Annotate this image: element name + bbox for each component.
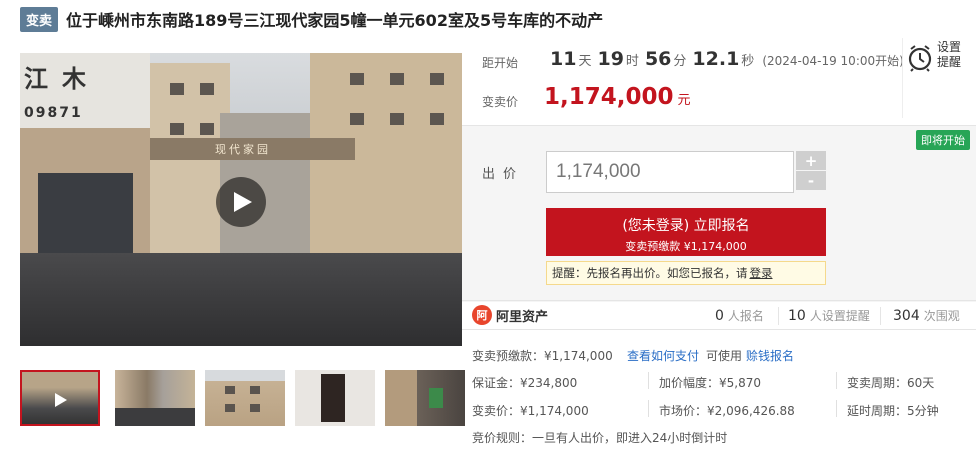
photo-window — [200, 83, 214, 95]
main-video[interactable]: 现代家园 江木 09871 — [20, 53, 462, 346]
reminder-label-line2: 提醒 — [937, 55, 962, 69]
photo-window — [170, 123, 184, 135]
set-reminder-button[interactable]: 设置 提醒 — [902, 38, 976, 118]
start-time-note: (2024-04-19 10:00开始) — [762, 54, 904, 68]
countdown-seconds: 12.1 — [692, 48, 740, 70]
countdown-hours: 19 — [597, 48, 624, 70]
signup-count: 0 人报名 — [715, 308, 764, 324]
ali-assets-logo-icon: 阿 — [472, 305, 492, 325]
photo-window — [430, 113, 444, 125]
photo-building — [140, 63, 230, 263]
auction-info: 距开始 11 天 19 时 56 分 12.1 秒 (2024-04-19 10… — [462, 38, 904, 118]
sign-text: 江木 — [24, 65, 100, 93]
signup-deposit-label: 变卖预缴款 ¥1,174,000 — [625, 240, 747, 253]
countdown: 11 天 19 时 56 分 12.1 秒 (2024-04-19 10:00开… — [548, 48, 904, 70]
divider — [778, 307, 779, 325]
brand: 阿 阿里资产 — [472, 305, 548, 325]
divider — [836, 372, 837, 389]
bid-label: 出价 — [482, 167, 525, 182]
photo-window — [200, 123, 214, 135]
reminder-label-line1: 设置 — [937, 40, 962, 54]
reminder-count: 10 人设置提醒 — [788, 308, 870, 324]
thumb-5[interactable] — [385, 370, 465, 426]
insurance-signup-link[interactable]: 赊钱报名 — [746, 347, 794, 364]
delay-period: 延时周期：5分钟 — [847, 404, 939, 418]
login-link[interactable]: 登录 — [750, 265, 773, 281]
photo-window — [430, 73, 444, 85]
divider — [648, 372, 649, 389]
stats-bar: 阿 阿里资产 0 人报名 10 人设置提醒 304 次围观 — [462, 300, 976, 330]
bid-box: 即将开始 出价 1,174,000 + - (您未登录) 立即报名 变卖预缴款 … — [462, 125, 976, 302]
countdown-days-unit: 天 — [578, 54, 592, 69]
price-label: 变卖价 — [482, 95, 519, 109]
photo-window — [390, 113, 404, 125]
auction-details: 变卖预缴款：¥1,174,000 查看如何支付 可使用 赊钱报名 保证金：¥23… — [462, 338, 976, 449]
sale-price: 1,174,000 元 — [544, 84, 691, 110]
divider — [880, 307, 881, 325]
market-price: 市场价：¥2,096,426.88 — [659, 404, 795, 418]
tip-text: 提醒：先报名再出价。如您已报名，请 — [552, 266, 748, 280]
divider — [836, 400, 837, 417]
countdown-label: 距开始 — [482, 56, 519, 70]
sign-number: 09871 — [24, 105, 83, 121]
thumb-1[interactable] — [20, 370, 100, 426]
countdown-minutes: 56 — [644, 48, 672, 70]
detail-sale-price: 变卖价：¥1,174,000 — [472, 404, 589, 418]
bid-increment: 加价幅度：¥5,870 — [659, 376, 761, 390]
sale-type-tag: 变卖 — [20, 6, 59, 32]
photo-window — [350, 113, 364, 125]
countdown-hours-unit: 时 — [625, 54, 639, 69]
thumbnail-strip — [20, 370, 465, 426]
play-button[interactable] — [216, 177, 266, 227]
countdown-days: 11 — [550, 48, 577, 70]
signup-button-label: (您未登录) 立即报名 — [622, 218, 750, 234]
deposit-amount: 变卖预缴款：¥1,174,000 — [472, 349, 613, 363]
photo-gate: 现代家园 — [145, 138, 355, 160]
thumb-3[interactable] — [205, 370, 285, 426]
brand-name: 阿里资产 — [496, 309, 549, 325]
photo-window — [350, 73, 364, 85]
divider — [648, 400, 649, 417]
countdown-minutes-unit: 分 — [673, 54, 687, 69]
decrease-bid-button[interactable]: - — [796, 171, 826, 190]
login-tip: 提醒：先报名再出价。如您已报名，请 登录 — [546, 261, 826, 285]
thumb-2[interactable] — [115, 370, 195, 426]
signup-button[interactable]: (您未登录) 立即报名 变卖预缴款 ¥1,174,000 — [546, 208, 826, 256]
status-badge: 即将开始 — [916, 130, 970, 150]
play-icon — [55, 393, 67, 407]
play-icon — [234, 192, 252, 212]
page-title: 位于嵊州市东南路189号三江现代家园5幢一单元602室及5号车库的不动产 — [66, 11, 604, 30]
guarantee-amount: 保证金：¥234,800 — [472, 376, 578, 390]
photo-ground — [20, 253, 462, 346]
auction-panel: 距开始 11 天 19 时 56 分 12.1 秒 (2024-04-19 10… — [462, 38, 976, 449]
alarm-clock-icon — [908, 45, 932, 72]
how-to-pay-link[interactable]: 查看如何支付 — [627, 347, 699, 364]
photo-window — [170, 83, 184, 95]
increase-bid-button[interactable]: + — [796, 151, 826, 170]
bid-rule: 竞价规则：一旦有人出价，即进入24小时倒计时 — [472, 431, 728, 445]
gate-text: 现代家园 — [215, 143, 271, 156]
photo-shop-sign: 江木 09871 — [20, 53, 150, 128]
title-bar: 变卖 位于嵊州市东南路189号三江现代家园5幢一单元602室及5号车库的不动产 — [0, 0, 976, 38]
sale-price-value: 1,174,000 — [544, 84, 674, 110]
photo-window — [390, 73, 404, 85]
thumb-4[interactable] — [295, 370, 375, 426]
countdown-seconds-unit: 秒 — [741, 54, 755, 69]
bid-amount-input[interactable]: 1,174,000 — [546, 151, 794, 193]
sale-period: 变卖周期：60天 — [847, 376, 935, 390]
sale-price-unit: 元 — [677, 93, 691, 108]
usable-prefix: 可使用 — [706, 349, 743, 363]
view-count: 304 次围观 — [893, 308, 960, 324]
